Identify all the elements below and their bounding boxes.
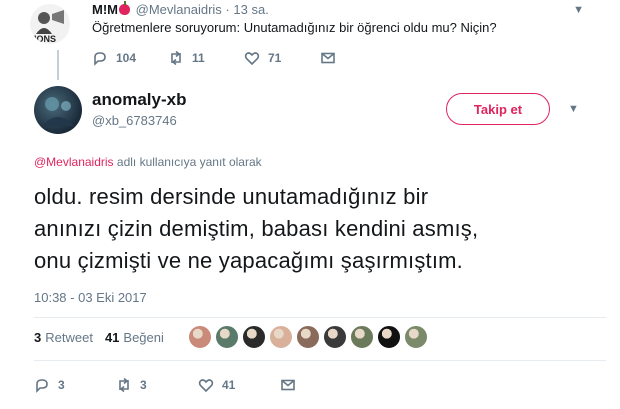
parent-header: M!M @Mevlanaidris · 13 sa. xyxy=(92,1,269,17)
tweet-text-line: anınızı çizin demiştim, babası kendini a… xyxy=(34,216,479,241)
like-count: 71 xyxy=(268,51,282,65)
like-stat-count: 41 xyxy=(104,330,120,345)
separator-dot: · xyxy=(225,2,230,17)
retweet-stat[interactable]: 3 Retweet xyxy=(34,330,93,345)
reply-context-text: adlı kullanıcıya yanıt olarak xyxy=(116,155,262,169)
parent-tweet-text: Öğretmenlere soruyorum: Unutamadığınız b… xyxy=(92,20,497,35)
tweet-timestamp[interactable]: 10:38 - 03 Eki 2017 xyxy=(34,290,147,305)
main-handle[interactable]: @xb_6783746 xyxy=(92,113,177,128)
liker-avatar[interactable] xyxy=(377,325,401,349)
liker-avatar[interactable] xyxy=(350,325,374,349)
reply-count: 3 xyxy=(58,378,65,392)
retweet-count: 3 xyxy=(140,378,147,392)
main-avatar[interactable] xyxy=(34,86,82,134)
liker-avatar[interactable] xyxy=(269,325,293,349)
retweet-count: 11 xyxy=(192,51,205,65)
tweet-text-line: oldu. resim dersinde unutamadığınız bir xyxy=(34,184,429,209)
dm-button[interactable] xyxy=(280,377,362,393)
dm-icon xyxy=(281,379,295,391)
retweet-stat-count: 3 xyxy=(34,330,42,345)
svg-text:IONS: IONS xyxy=(34,34,56,44)
main-action-bar: 3 3 41 xyxy=(34,377,362,393)
retweet-icon xyxy=(171,50,181,66)
tweet-stats: 3 Retweet 41 Beğeni xyxy=(34,330,176,345)
liker-avatar[interactable] xyxy=(404,325,428,349)
main-display-name[interactable]: anomaly-xb xyxy=(92,90,186,110)
parent-tweet[interactable]: IONS M!M @Mevlanaidris · 13 sa. Öğretmen… xyxy=(0,0,620,80)
tweet-text-line: onu çizmişti ve ne yapacağımı şaşırmıştı… xyxy=(34,248,463,273)
reply-icon xyxy=(94,52,106,66)
reply-count: 104 xyxy=(116,51,137,65)
like-button[interactable]: 71 xyxy=(244,50,320,66)
dm-icon xyxy=(321,52,335,64)
like-icon xyxy=(198,379,214,393)
liker-avatar[interactable] xyxy=(188,325,212,349)
like-stat[interactable]: 41 Beğeni xyxy=(105,330,164,345)
apple-emoji-icon xyxy=(119,1,130,15)
parent-timestamp[interactable]: 13 sa. xyxy=(233,2,268,17)
main-avatar-image xyxy=(42,97,74,126)
reply-button[interactable]: 104 xyxy=(92,50,168,66)
reply-mention-link[interactable]: @Mevlanaidris xyxy=(34,155,114,169)
reply-icon xyxy=(36,379,48,393)
parent-action-bar: 104 11 71 xyxy=(92,50,396,66)
like-count: 41 xyxy=(222,378,236,392)
retweet-icon xyxy=(119,377,129,393)
like-button[interactable]: 41 xyxy=(198,377,280,393)
dm-button[interactable] xyxy=(320,50,396,66)
thread-connector xyxy=(57,50,59,80)
reply-button[interactable]: 3 xyxy=(34,377,116,393)
liker-avatar[interactable] xyxy=(296,325,320,349)
caret-down-icon[interactable]: ▼ xyxy=(573,4,584,16)
liker-avatar[interactable] xyxy=(323,325,347,349)
liker-avatar[interactable] xyxy=(215,325,239,349)
parent-avatar-image: IONS xyxy=(30,4,70,44)
like-stat-label: Beğeni xyxy=(123,330,164,345)
tweet-text: oldu. resim dersinde unutamadığınız bir … xyxy=(34,181,594,277)
divider xyxy=(34,360,606,361)
replying-to: @Mevlanaidris adlı kullanıcıya yanıt ola… xyxy=(34,155,262,169)
divider xyxy=(34,317,606,318)
parent-avatar[interactable]: IONS xyxy=(30,4,70,44)
liker-avatars xyxy=(188,325,431,349)
liker-avatar[interactable] xyxy=(242,325,266,349)
retweet-button[interactable]: 11 xyxy=(168,50,244,66)
retweet-button[interactable]: 3 xyxy=(116,377,198,393)
parent-display-name[interactable]: M!M xyxy=(92,2,118,17)
follow-button[interactable]: Takip et xyxy=(446,93,550,125)
retweet-stat-label: Retweet xyxy=(45,330,93,345)
caret-down-icon[interactable]: ▼ xyxy=(568,103,579,115)
parent-handle[interactable]: @Mevlanaidris xyxy=(136,2,222,17)
like-icon xyxy=(244,52,260,66)
